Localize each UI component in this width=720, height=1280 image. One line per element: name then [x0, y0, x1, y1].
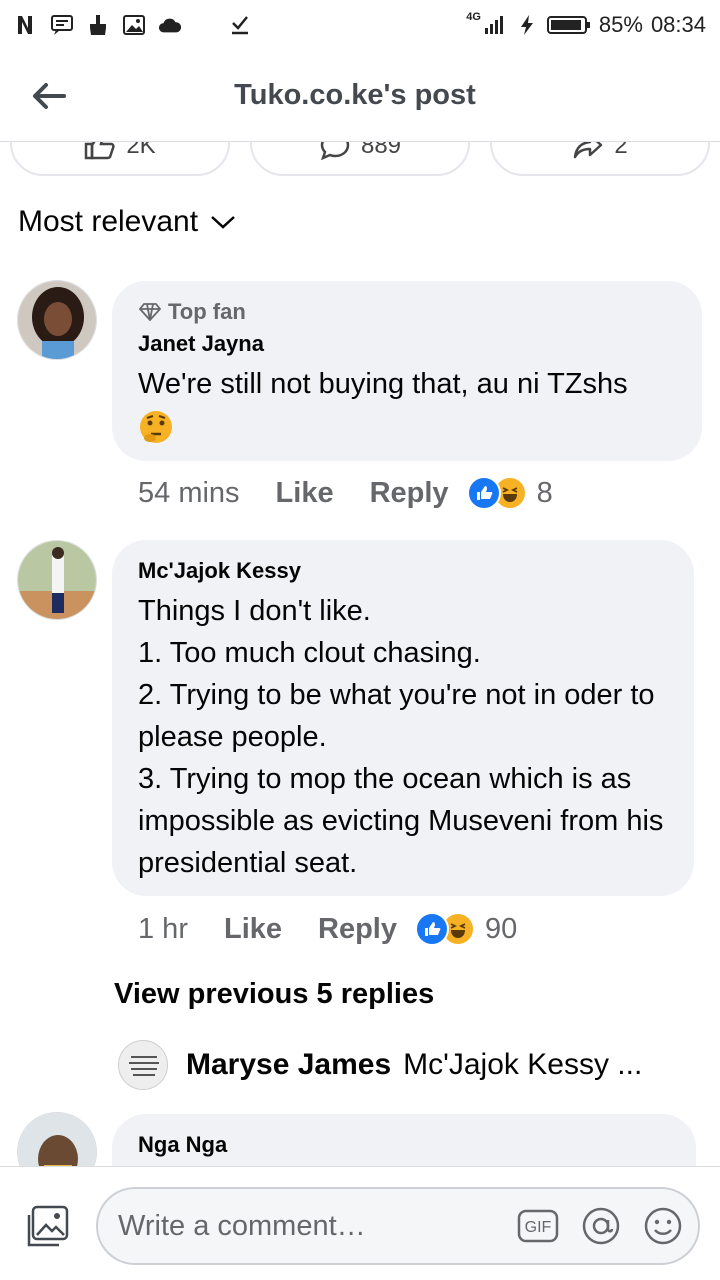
- battery-percent: 85%: [598, 12, 643, 37]
- top-fan-badge: Top fan: [138, 299, 676, 325]
- cloud-icon: [158, 13, 182, 37]
- reaction-count: 8: [536, 476, 553, 509]
- mention-button[interactable]: [581, 1205, 621, 1247]
- comment-bubble: Mc'Jajok Kessy Things I don't like. 1. T…: [112, 540, 694, 896]
- comment-composer: GIF: [0, 1166, 720, 1280]
- image-icon: [122, 13, 146, 37]
- thinking-emoji-icon: [138, 409, 174, 457]
- sort-label: Most relevant: [18, 205, 199, 238]
- comment-text: Things I don't like. 1. Too much clout c…: [138, 595, 664, 879]
- like-button[interactable]: Like: [276, 477, 334, 510]
- reaction-summary[interactable]: 8: [466, 476, 553, 510]
- reaction-count: 90: [485, 912, 518, 945]
- status-bar: 4G 85% 08:34: [0, 0, 720, 50]
- like-button[interactable]: Like: [224, 913, 282, 946]
- reply-author: Maryse James: [186, 1048, 392, 1081]
- gif-label: GIF: [525, 1219, 552, 1236]
- message-icon: [50, 13, 74, 37]
- download-check-icon: [228, 13, 252, 37]
- comment-bubble: Top fan Janet Jayna We're still not buyi…: [112, 281, 702, 461]
- at-sign-icon: [582, 1207, 620, 1245]
- comment-time: 1 hr: [138, 912, 188, 945]
- emoji-button[interactable]: [643, 1205, 683, 1247]
- reply-preview[interactable]: Maryse James Mc'Jajok Kessy ...: [118, 1040, 642, 1090]
- reply-button[interactable]: Reply: [318, 913, 397, 946]
- like-reaction-icon: [466, 476, 501, 510]
- reaction-summary[interactable]: 90: [415, 912, 517, 946]
- post-header: Tuko.co.ke's post: [0, 50, 720, 142]
- diamond-icon: [138, 303, 162, 322]
- photo-icon: [27, 1205, 69, 1247]
- back-arrow-icon: [33, 83, 66, 109]
- photo-button[interactable]: [22, 1203, 72, 1253]
- battery-icon: [546, 13, 591, 37]
- gif-button[interactable]: GIF: [517, 1205, 559, 1247]
- back-button[interactable]: [26, 76, 70, 116]
- network-type: 4G: [466, 11, 481, 23]
- comment-input[interactable]: [118, 1209, 495, 1243]
- comment-time: 54 mins: [138, 476, 240, 509]
- comment-text: We're still not buying that, au ni TZshs: [138, 363, 676, 457]
- signal-icon: [483, 13, 507, 37]
- netflix-icon: [14, 13, 38, 37]
- clock: 08:34: [650, 12, 706, 37]
- comment-actions: 54 mins Like Reply 8: [138, 476, 553, 510]
- comment-actions: 1 hr Like Reply 90: [138, 912, 517, 946]
- page-title: Tuko.co.ke's post: [234, 79, 476, 111]
- like-reaction-icon: [415, 912, 449, 946]
- charging-icon: [515, 13, 539, 37]
- avatar[interactable]: [17, 280, 97, 360]
- comment-input-box: GIF: [96, 1187, 700, 1265]
- avatar: [118, 1040, 168, 1090]
- chevron-down-icon: [211, 216, 235, 229]
- reply-button[interactable]: Reply: [370, 477, 449, 510]
- sort-dropdown[interactable]: Most relevant: [18, 205, 236, 239]
- avatar[interactable]: [17, 540, 97, 620]
- comment-author[interactable]: Nga Nga: [138, 1132, 670, 1158]
- smiley-icon: [644, 1207, 682, 1245]
- reply-snippet: Mc'Jajok Kessy ...: [403, 1048, 643, 1081]
- view-previous-replies[interactable]: View previous 5 replies: [114, 978, 434, 1011]
- sweep-icon: [86, 13, 110, 37]
- comment-author[interactable]: Janet Jayna: [138, 331, 676, 357]
- comment-author[interactable]: Mc'Jajok Kessy: [138, 558, 668, 584]
